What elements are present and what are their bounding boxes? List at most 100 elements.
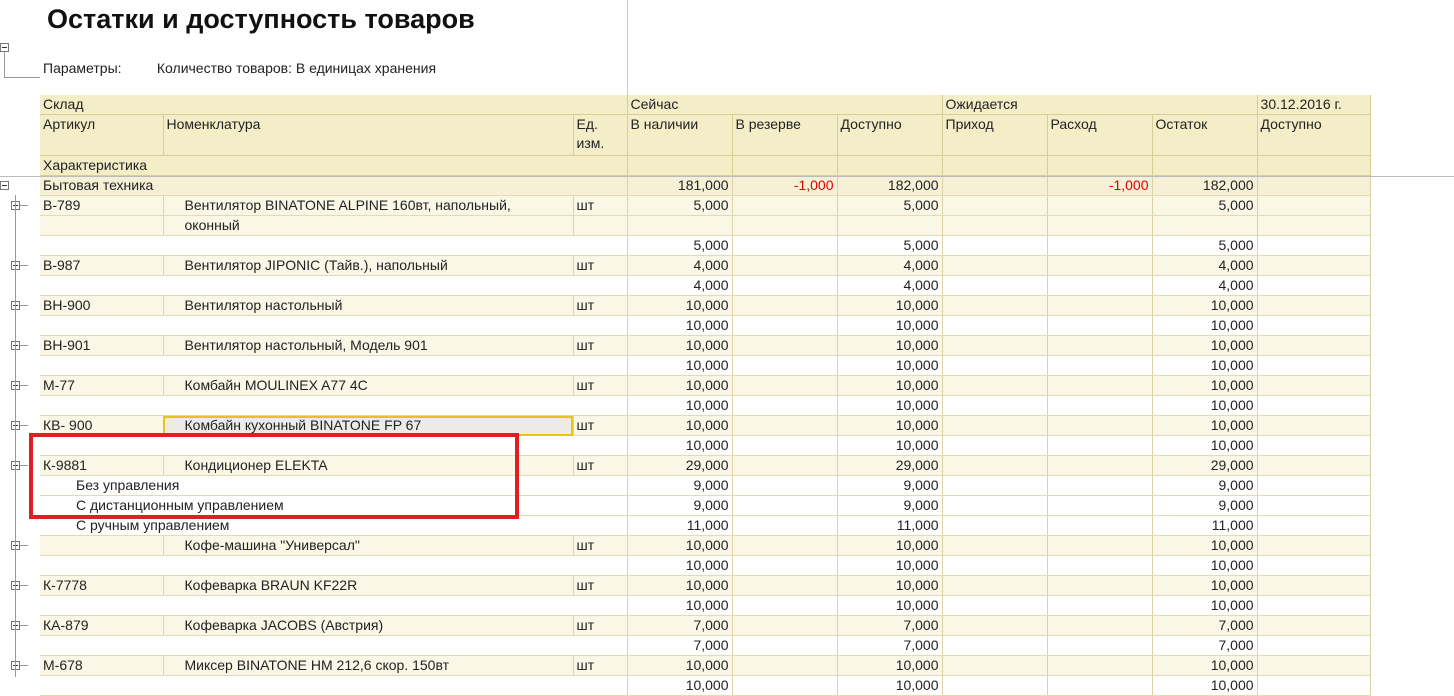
article-cell: В-987 (40, 255, 164, 276)
in-stock-cell: 7,000 (627, 635, 733, 656)
unit-cell: шт (573, 295, 628, 316)
available-cell: 10,000 (837, 355, 943, 376)
nomenclature-cell[interactable]: Комбайн MOULINEX A77 4C (163, 375, 574, 396)
nomenclature-cell[interactable]: Кофеварка BRAUN KF22R (163, 575, 574, 596)
expense-cell (1047, 595, 1153, 616)
table-row[interactable]: М-77 Комбайн MOULINEX A77 4C шт 10,000 10,00… (40, 375, 1371, 396)
income-cell (942, 635, 1048, 656)
balance-cell: 9,000 (1152, 495, 1258, 516)
available-cell (837, 215, 943, 236)
table-row[interactable]: В-987 Вентилятор JIPONIC (Тайв.), напольн… (40, 255, 1371, 276)
expense-cell (1047, 275, 1153, 296)
nomenclature-cell[interactable]: Вентилятор BINATONE ALPINE 160вт, наполь… (163, 195, 574, 216)
reserve-cell (732, 575, 838, 596)
table-subrow[interactable]: 10,000 10,000 10,000 (40, 595, 1371, 616)
col-unit: Ед. изм. (573, 114, 628, 156)
in-stock-cell: 10,000 (627, 655, 733, 676)
balance-cell: 10,000 (1152, 415, 1258, 436)
reserve-cell (732, 415, 838, 436)
article-cell: КА-879 (40, 615, 164, 636)
table-subrow[interactable]: 10,000 10,000 10,000 (40, 675, 1371, 696)
expense-cell (1047, 655, 1153, 676)
nomenclature-cell[interactable]: Вентилятор JIPONIC (Тайв.), напольный (163, 255, 574, 276)
in-stock-cell: 10,000 (627, 415, 733, 436)
available-date-cell (1257, 355, 1371, 376)
in-stock-cell: 10,000 (627, 375, 733, 396)
table-row[interactable]: К-7778 Кофеварка BRAUN KF22R шт 10,000 10,00… (40, 575, 1371, 596)
nomenclature-cell[interactable]: Кофеварка JACOBS (Австрия) (163, 615, 574, 636)
table-row[interactable]: ВН-900 Вентилятор настольный шт 10,000 10,00… (40, 295, 1371, 316)
nomenclature-cell[interactable]: Миксер BINATONE HM 212,6 скор. 150вт (163, 655, 574, 676)
balance-cell: 11,000 (1152, 515, 1258, 536)
reserve-cell (732, 675, 838, 696)
available-date-cell (1257, 235, 1371, 256)
balance-cell: 7,000 (1152, 615, 1258, 636)
available-cell: 10,000 (837, 415, 943, 436)
col-article: Артикул (40, 114, 164, 156)
table-row[interactable]: М-678 Миксер BINATONE HM 212,6 скор. 150в… (40, 655, 1371, 676)
balance-cell: 10,000 (1152, 315, 1258, 336)
balance-cell: 5,000 (1152, 195, 1258, 216)
unit-cell: шт (573, 335, 628, 356)
in-stock-cell: 10,000 (627, 395, 733, 416)
article-cell: М-678 (40, 655, 164, 676)
table-row[interactable]: В-789 Вентилятор BINATONE ALPINE 160вт, н… (40, 195, 1371, 216)
available-date-cell (1257, 195, 1371, 216)
characteristic-cell (40, 395, 628, 416)
expense-cell (1047, 615, 1153, 636)
table-row[interactable]: ВН-901 Вентилятор настольный, Модель 901 ш… (40, 335, 1371, 356)
expense-cell (1047, 495, 1153, 516)
params-label: Параметры: (43, 60, 122, 76)
collapse-report-toggle[interactable] (0, 43, 9, 52)
balance-cell: 10,000 (1152, 335, 1258, 356)
col-expected: Ожидается (942, 95, 1258, 115)
balance-cell: 10,000 (1152, 535, 1258, 556)
table-subrow[interactable]: 7,000 7,000 7,000 (40, 635, 1371, 656)
nomenclature-cell[interactable]: Кофе-машина "Универсал" (163, 535, 574, 556)
tree-line (4, 52, 5, 77)
table-subrow[interactable]: 10,000 10,000 10,000 (40, 555, 1371, 576)
table-subrow[interactable]: 10,000 10,000 10,000 (40, 355, 1371, 376)
collapse-group-toggle[interactable] (0, 180, 9, 190)
income-cell (942, 655, 1048, 676)
article-cell (40, 215, 164, 236)
in-stock-cell: 29,000 (627, 455, 733, 476)
col-balance: Остаток (1152, 114, 1258, 156)
expense-cell (1047, 375, 1153, 396)
reserve-cell (732, 495, 838, 516)
article-cell: ВН-901 (40, 335, 164, 356)
table-subrow[interactable]: 10,000 10,000 10,000 (40, 395, 1371, 416)
balance-cell: 7,000 (1152, 635, 1258, 656)
expense-cell (1047, 235, 1153, 256)
table-subrow[interactable]: 10,000 10,000 10,000 (40, 315, 1371, 336)
expense-cell (1047, 415, 1153, 436)
table-subrow[interactable]: 5,000 5,000 5,000 (40, 235, 1371, 256)
income-cell (942, 455, 1048, 476)
balance-cell (1152, 215, 1258, 236)
table-subrow[interactable]: оконный (40, 215, 1371, 236)
available-cell: 9,000 (837, 495, 943, 516)
nomenclature-cell[interactable]: Вентилятор настольный (163, 295, 574, 316)
header-separator (0, 176, 1454, 177)
expense-cell (1047, 435, 1153, 456)
unit-cell: шт (573, 535, 628, 556)
table-subrow[interactable]: 4,000 4,000 4,000 (40, 275, 1371, 296)
report-title: Остатки и доступность товаров (47, 4, 475, 34)
table-row[interactable]: КА-879 Кофеварка JACOBS (Австрия) шт 7,000 7… (40, 615, 1371, 636)
nomenclature-cell[interactable]: Вентилятор настольный, Модель 901 (163, 335, 574, 356)
col-available-date: Доступно (1257, 114, 1371, 156)
available-cell: 7,000 (837, 635, 943, 656)
reserve-cell (732, 335, 838, 356)
col-in-stock: В наличии (627, 114, 733, 156)
available-date-cell (1257, 435, 1371, 456)
balance-cell: 29,000 (1152, 455, 1258, 476)
unit-cell: шт (573, 415, 628, 436)
col-characteristic: Характеристика (40, 155, 628, 176)
table-row[interactable]: Кофе-машина "Универсал" шт 10,000 10,000 10,… (40, 535, 1371, 556)
reserve-cell (732, 275, 838, 296)
balance-cell: 10,000 (1152, 575, 1258, 596)
income-cell (942, 215, 1048, 236)
available-cell: 4,000 (837, 255, 943, 276)
group-row[interactable]: Бытовая техника 181,000 -1,000 182,000 -… (40, 175, 1371, 196)
income-cell (942, 375, 1048, 396)
